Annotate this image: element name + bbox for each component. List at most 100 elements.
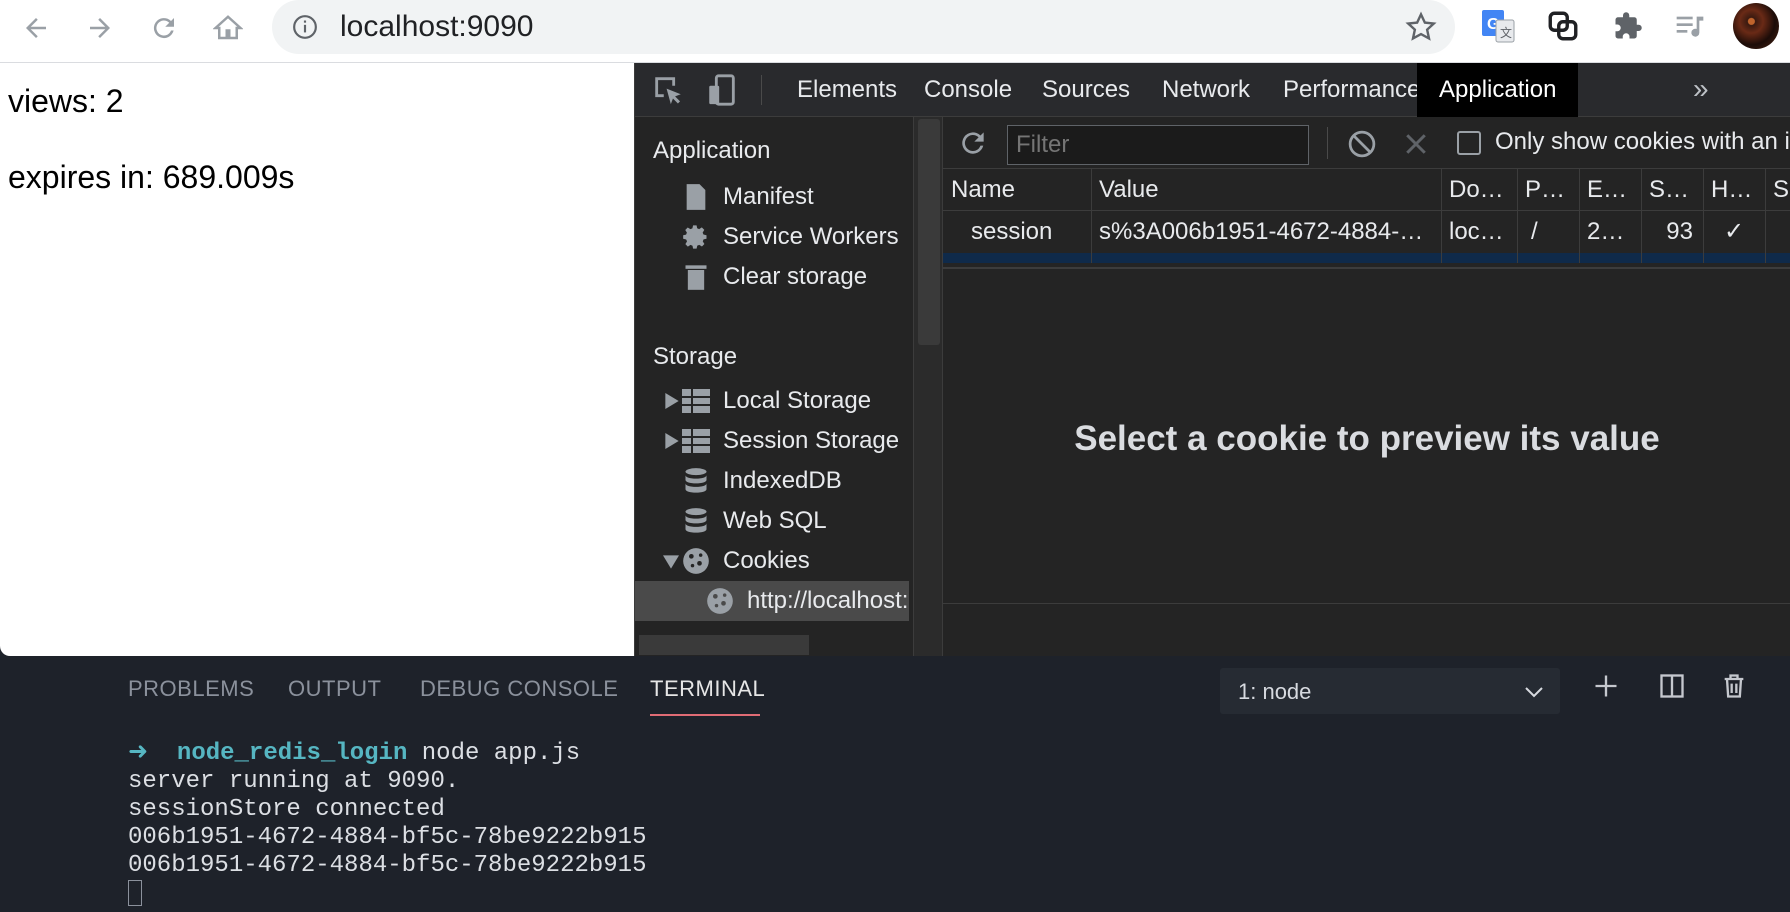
reload-button[interactable] bbox=[144, 8, 184, 48]
tab-network[interactable]: Network bbox=[1140, 63, 1272, 117]
cell-path: / bbox=[1531, 218, 1538, 245]
column-divider bbox=[1091, 169, 1092, 263]
device-toolbar-icon[interactable] bbox=[705, 73, 739, 107]
page-viewport: views: 2 expires in: 689.009s bbox=[0, 63, 634, 656]
filter-input[interactable] bbox=[1007, 125, 1309, 165]
tab-terminal[interactable]: TERMINAL bbox=[650, 676, 765, 702]
sidebar-item-web-sql[interactable]: Web SQL bbox=[681, 501, 827, 541]
application-section-header: Application bbox=[653, 137, 771, 164]
column-header-name[interactable]: Name bbox=[943, 169, 1091, 211]
scrollbar-thumb[interactable] bbox=[918, 119, 940, 345]
column-header-expires[interactable]: E… bbox=[1579, 169, 1641, 211]
gear-icon bbox=[681, 222, 711, 252]
more-tabs-icon[interactable]: » bbox=[1693, 75, 1727, 105]
sidebar-item-label: Session Storage bbox=[723, 427, 900, 454]
tab-sources[interactable]: Sources bbox=[1020, 63, 1152, 117]
sidebar-item-service-workers[interactable]: Service Workers bbox=[681, 217, 899, 257]
column-divider bbox=[1517, 169, 1518, 263]
sidebar-item-session-storage[interactable]: Session Storage bbox=[681, 421, 899, 461]
tab-performance[interactable]: Performance bbox=[1261, 63, 1442, 117]
sidebar-item-label: Cookies bbox=[723, 547, 810, 574]
terminal-output[interactable]: ➜ node_redis_login node app.js server ru… bbox=[128, 740, 646, 908]
profile-avatar[interactable] bbox=[1733, 3, 1779, 49]
cookie-preview-area: Select a cookie to preview its value bbox=[943, 269, 1790, 603]
application-sidebar: Application Manifest Service Workers Cle… bbox=[635, 117, 909, 656]
sidebar-item-label: Web SQL bbox=[723, 507, 827, 534]
sidebar-item-cookies[interactable]: Cookies bbox=[681, 541, 810, 581]
only-show-issues-checkbox[interactable] bbox=[1457, 131, 1481, 155]
browser-toolbar: localhost:9090 G文 bbox=[0, 0, 1790, 63]
home-icon bbox=[213, 15, 243, 40]
views-text: views: 2 bbox=[8, 83, 124, 119]
puzzle-icon bbox=[1615, 12, 1642, 39]
arrow-right-icon bbox=[90, 18, 110, 38]
devtools-tabbar: Elements Console Sources Network Perform… bbox=[635, 63, 1790, 117]
extensions-button[interactable] bbox=[1608, 6, 1648, 46]
tab-console[interactable]: Console bbox=[902, 63, 1034, 117]
tab-debug-console[interactable]: DEBUG CONSOLE bbox=[420, 676, 618, 702]
terminal-line: sessionStore connected bbox=[128, 796, 445, 823]
cookie-icon bbox=[681, 546, 711, 576]
forward-button[interactable] bbox=[80, 8, 120, 48]
column-header-size[interactable]: S… bbox=[1641, 169, 1703, 211]
google-translate-extension[interactable]: G文 bbox=[1478, 6, 1518, 46]
database-icon bbox=[681, 506, 711, 536]
expand-arrow-icon[interactable] bbox=[665, 393, 679, 409]
playlist-icon bbox=[1676, 16, 1704, 37]
sidebar-item-manifest[interactable]: Manifest bbox=[681, 177, 814, 217]
expand-arrow-icon[interactable] bbox=[665, 433, 679, 449]
tab-application[interactable]: Application bbox=[1417, 63, 1579, 117]
column-header-value[interactable]: Value bbox=[1091, 169, 1441, 211]
delete-selected-icon[interactable] bbox=[1401, 129, 1431, 159]
trash-icon bbox=[681, 262, 711, 292]
inspect-element-icon[interactable] bbox=[651, 73, 685, 107]
column-header-domain[interactable]: Do… bbox=[1441, 169, 1517, 211]
home-button[interactable] bbox=[208, 8, 248, 48]
terminal-line: 006b1951-4672-4884-bf5c-78be9222b915 bbox=[128, 824, 647, 851]
column-divider bbox=[1641, 169, 1642, 263]
prompt-directory: node_redis_login bbox=[176, 740, 408, 767]
collapse-arrow-icon[interactable] bbox=[663, 555, 679, 569]
star-icon[interactable] bbox=[1405, 11, 1437, 43]
address-bar[interactable]: localhost:9090 bbox=[272, 0, 1455, 54]
column-header-httponly[interactable]: H… bbox=[1703, 169, 1765, 211]
info-icon[interactable] bbox=[292, 14, 318, 40]
devtools-panel: Elements Console Sources Network Perform… bbox=[634, 63, 1790, 656]
sidebar-horizontal-scrollbar[interactable] bbox=[639, 635, 809, 655]
clear-all-icon[interactable] bbox=[1347, 129, 1377, 159]
column-divider bbox=[1703, 169, 1704, 263]
split-icon bbox=[1660, 674, 1684, 698]
column-header-secure[interactable]: S bbox=[1765, 169, 1790, 211]
tab-elements[interactable]: Elements bbox=[775, 63, 919, 117]
sidebar-item-cookie-origin[interactable]: http://localhost: bbox=[705, 581, 908, 621]
cell-expires: 2… bbox=[1587, 218, 1625, 245]
sidebar-item-clear-storage[interactable]: Clear storage bbox=[681, 257, 867, 297]
column-header-path[interactable]: P… bbox=[1517, 169, 1579, 211]
kill-terminal-button[interactable] bbox=[1718, 670, 1750, 702]
sidebar-item-indexeddb[interactable]: IndexedDB bbox=[681, 461, 842, 501]
sidebar-item-label: Local Storage bbox=[723, 387, 872, 414]
sidebar-item-local-storage[interactable]: Local Storage bbox=[681, 381, 871, 421]
refresh-icon[interactable] bbox=[957, 127, 989, 159]
vscode-panel: PROBLEMS OUTPUT DEBUG CONSOLE TERMINAL 1… bbox=[0, 656, 1790, 912]
cell-size: 93 bbox=[1666, 218, 1693, 245]
table-grid-icon bbox=[681, 426, 711, 456]
toolbar-divider bbox=[1327, 127, 1328, 159]
url-text[interactable]: localhost:9090 bbox=[340, 10, 533, 44]
split-terminal-button[interactable] bbox=[1656, 670, 1688, 702]
sidebar-scrollbar[interactable] bbox=[913, 117, 943, 656]
column-divider bbox=[1579, 169, 1580, 263]
new-terminal-button[interactable] bbox=[1590, 670, 1622, 702]
chevron-down-icon bbox=[1525, 687, 1543, 698]
cell-secure bbox=[1765, 211, 1790, 253]
table-row[interactable]: session s%3A006b1951-4672-4884-… loc… / … bbox=[943, 211, 1790, 253]
back-button[interactable] bbox=[16, 8, 56, 48]
media-controls-button[interactable] bbox=[1670, 6, 1710, 46]
cookies-toolbar: Only show cookies with an i bbox=[943, 117, 1790, 169]
link-extension[interactable] bbox=[1543, 6, 1583, 46]
tab-output[interactable]: OUTPUT bbox=[288, 676, 381, 702]
terminal-select[interactable]: 1: node bbox=[1220, 668, 1560, 714]
column-divider bbox=[1765, 169, 1766, 263]
tab-problems[interactable]: PROBLEMS bbox=[128, 676, 254, 702]
plus-icon bbox=[1595, 675, 1617, 697]
